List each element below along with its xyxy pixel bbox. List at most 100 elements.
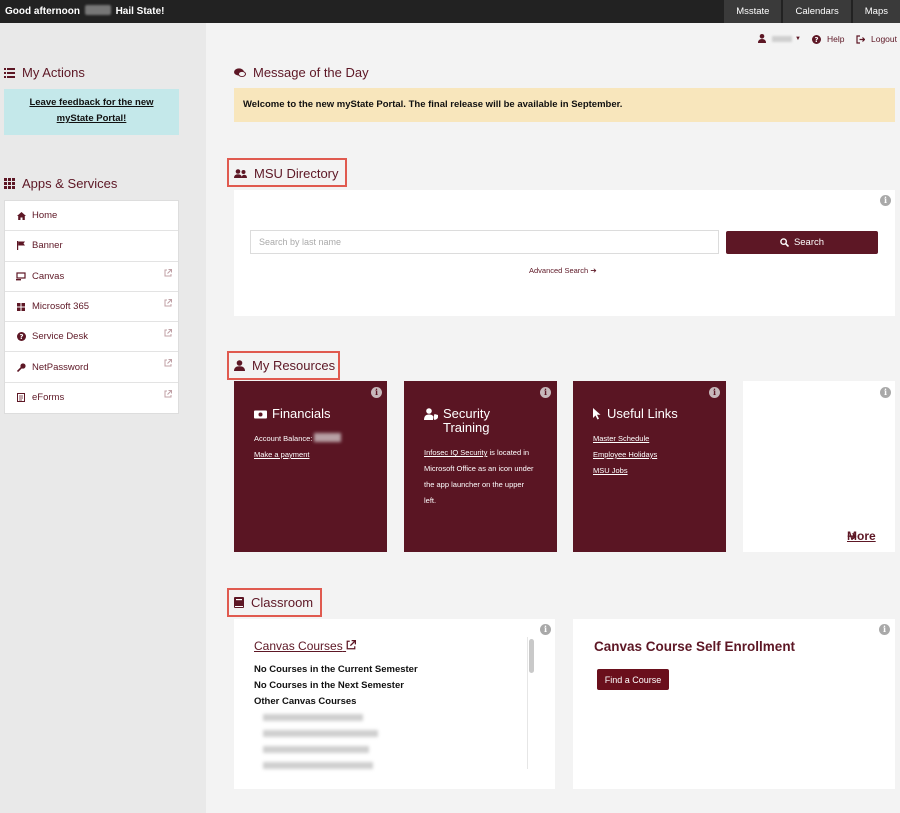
user-icon (234, 360, 245, 371)
my-actions-title: My Actions (22, 65, 85, 80)
sidebar-item-label: eForms (32, 392, 65, 404)
directory-search-input[interactable]: Search by last name (250, 230, 719, 254)
sidebar-item-label: Banner (32, 240, 63, 252)
advanced-search-link[interactable]: Advanced Search ➔ (529, 266, 597, 275)
apps-list: Home Banner Canvas Microsoft 365 ? Servi… (4, 200, 179, 415)
motd-text: Welcome to the new myState Portal. The f… (243, 99, 623, 110)
logout-label: Logout (871, 34, 897, 44)
security-title-line2: Training (443, 420, 490, 435)
key-icon (16, 363, 26, 372)
logout-link[interactable]: Logout (856, 34, 897, 44)
info-icon[interactable]: i (540, 624, 551, 635)
info-icon[interactable]: i (540, 387, 551, 398)
redacted-course-link[interactable] (263, 714, 363, 721)
security-text4: left. (424, 496, 437, 505)
useful-links-heading: Useful Links (593, 407, 678, 421)
directory-search-button[interactable]: Search (726, 231, 878, 254)
master-schedule-link[interactable]: Master Schedule (593, 434, 649, 443)
classroom-title: Classroom (251, 595, 314, 610)
user-icon (758, 34, 766, 43)
money-icon (254, 410, 267, 419)
feedback-link[interactable]: Leave feedback for the new myState Porta… (4, 89, 179, 135)
canvas-courses-label: Canvas Courses (254, 639, 343, 653)
greeting: Good afternoon Hail State! (5, 5, 164, 17)
useful-links-title: Useful Links (607, 406, 678, 421)
infosec-link[interactable]: Infosec IQ Security (424, 448, 487, 457)
security-text1: is located in (487, 448, 530, 457)
info-icon[interactable]: i (880, 195, 891, 206)
external-link-icon (346, 640, 357, 650)
sidebar-item-label: Home (32, 210, 58, 222)
sidebar-item-label: NetPassword (32, 361, 89, 373)
apps-services-title: Apps & Services (22, 176, 118, 191)
canvas-courses-link[interactable]: Canvas Courses (254, 639, 357, 653)
directory-heading: MSU Directory (234, 166, 339, 181)
question-circle-icon: ? (812, 34, 821, 44)
find-course-button[interactable]: Find a Course (597, 669, 669, 690)
cursor-icon (593, 408, 601, 420)
security-text2: Microsoft Office as an icon under (424, 464, 534, 473)
security-title-line1: Security (443, 406, 490, 421)
financials-card: i Financials Account Balance: Make a pay… (234, 381, 387, 552)
book-icon (234, 597, 244, 608)
list-icon (4, 67, 15, 78)
search-placeholder: Search by last name (259, 237, 342, 247)
help-link[interactable]: ? Help (812, 34, 844, 44)
sidebar-item-microsoft-365[interactable]: Microsoft 365 (5, 292, 178, 323)
external-link-icon (164, 268, 172, 280)
redacted-course-link[interactable] (263, 730, 378, 737)
next-semester-text: No Courses in the Next Semester (254, 680, 404, 691)
user-menu[interactable]: ▼ (758, 34, 801, 43)
info-icon[interactable]: i (371, 387, 382, 398)
info-icon[interactable]: i (880, 387, 891, 398)
form-icon (16, 393, 26, 403)
redacted-username (772, 35, 792, 42)
advanced-search-label: Advanced Search (529, 266, 589, 275)
sidebar-item-home[interactable]: Home (5, 201, 178, 232)
security-body: Infosec IQ Security is located in Micros… (424, 445, 534, 509)
info-icon[interactable]: i (879, 624, 890, 635)
nav-msstate[interactable]: Msstate (724, 0, 782, 23)
help-label: Help (827, 34, 845, 44)
nav-calendars[interactable]: Calendars (783, 0, 851, 23)
my-actions-heading: My Actions (4, 65, 85, 80)
sidebar-item-banner[interactable]: Banner (5, 231, 178, 262)
arrow-right-icon: ➔ (847, 529, 858, 543)
more-card[interactable]: i More ➔ (743, 381, 895, 552)
sidebar-item-eforms[interactable]: eForms (5, 383, 178, 413)
sidebar-item-label: Microsoft 365 (32, 301, 90, 313)
motd-title: Message of the Day (253, 65, 369, 80)
employee-holidays-link[interactable]: Employee Holidays (593, 450, 657, 459)
grid-apps-icon (4, 178, 15, 189)
redacted-name (84, 5, 111, 15)
other-courses-text: Other Canvas Courses (254, 696, 357, 707)
sidebar-item-label: Service Desk (32, 331, 88, 343)
sidebar-item-canvas[interactable]: Canvas (5, 262, 178, 292)
make-payment-link[interactable]: Make a payment (254, 450, 309, 459)
top-nav: Msstate Calendars Maps (724, 0, 900, 23)
home-icon (16, 211, 26, 220)
msu-jobs-link[interactable]: MSU Jobs (593, 466, 628, 475)
security-text3: the app launcher on the upper (424, 480, 525, 489)
sidebar-item-netpassword[interactable]: NetPassword (5, 352, 178, 383)
self-enrollment-title: Canvas Course Self Enrollment (594, 639, 796, 654)
info-icon[interactable]: i (709, 387, 720, 398)
sidebar-item-service-desk[interactable]: ? Service Desk (5, 322, 178, 353)
courses-scrollbar[interactable] (527, 637, 535, 769)
nav-maps[interactable]: Maps (852, 0, 900, 23)
users-icon (234, 168, 247, 178)
financials-title: Financials (272, 406, 331, 421)
current-semester-text: No Courses in the Current Semester (254, 664, 418, 675)
canvas-icon (16, 272, 26, 281)
useful-links-card: i Useful Links Master Schedule Employee … (573, 381, 726, 552)
scrollbar-thumb[interactable] (529, 639, 534, 673)
user-shield-icon (424, 408, 438, 420)
redacted-balance (314, 433, 342, 442)
financials-heading: Financials (254, 407, 331, 421)
grid-icon (16, 302, 26, 311)
redacted-course-link[interactable] (263, 762, 373, 769)
security-heading: Security Training (424, 407, 490, 435)
flag-icon (16, 241, 26, 251)
redacted-course-link[interactable] (263, 746, 369, 753)
security-training-card: i Security Training Infosec IQ Security … (404, 381, 557, 552)
